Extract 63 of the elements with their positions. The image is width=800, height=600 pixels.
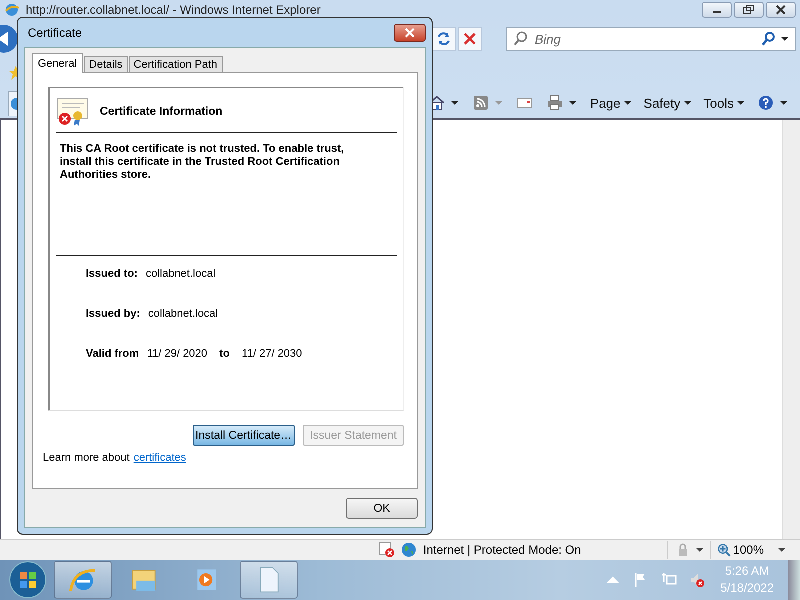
valid-from-date: 11/ 29/ 2020 bbox=[147, 348, 208, 360]
close-icon bbox=[404, 28, 416, 38]
refresh-icon bbox=[436, 31, 452, 47]
help-icon bbox=[758, 95, 774, 111]
menu-button[interactable]: Tools bbox=[700, 96, 748, 110]
scrollbar[interactable] bbox=[782, 120, 800, 539]
blocked-page-icon bbox=[379, 542, 396, 558]
field-value: collabnet.local bbox=[146, 268, 216, 280]
taskbar-button[interactable] bbox=[240, 561, 298, 599]
ok-button[interactable]: OK bbox=[346, 498, 418, 519]
printer-icon bbox=[547, 95, 564, 111]
field-label: Issued to: bbox=[86, 268, 138, 280]
field-value: collabnet.local bbox=[148, 308, 218, 320]
caret-icon bbox=[451, 100, 460, 106]
caret-icon[interactable] bbox=[696, 547, 704, 553]
browser-icon bbox=[4, 2, 20, 18]
field-label: to bbox=[220, 348, 230, 360]
field-label: Valid from bbox=[86, 348, 140, 360]
caret-icon[interactable] bbox=[778, 547, 786, 553]
caret-icon bbox=[780, 100, 788, 106]
globe-icon bbox=[401, 542, 418, 558]
certificate-icon bbox=[56, 97, 90, 127]
close-button[interactable] bbox=[394, 24, 426, 42]
trust-message: This CA Root certificate is not trusted. To enable trust, install this certificate in the Trusted Root Certification Authorities store. bbox=[60, 143, 346, 183]
caret-icon[interactable] bbox=[781, 36, 789, 42]
field-label: Issued by: bbox=[86, 308, 140, 320]
search-field[interactable]: Bing bbox=[506, 27, 796, 51]
feed-icon bbox=[473, 95, 490, 111]
info-heading: Certificate Information bbox=[100, 106, 223, 118]
caret-icon bbox=[737, 100, 745, 106]
stop-icon bbox=[462, 31, 478, 47]
zoom-icon bbox=[717, 543, 732, 557]
tab[interactable]: General bbox=[32, 53, 84, 73]
search-icon bbox=[513, 31, 529, 47]
windows-logo-icon bbox=[8, 560, 48, 600]
restore-icon bbox=[743, 5, 755, 15]
menu-button[interactable]: Safety bbox=[640, 96, 695, 110]
minimize-button[interactable] bbox=[702, 2, 732, 18]
close-icon bbox=[775, 5, 787, 15]
taskbar-button[interactable] bbox=[54, 561, 112, 599]
dialog-button[interactable]: Install Certificate… bbox=[192, 425, 296, 446]
caret-icon bbox=[495, 100, 504, 106]
stop-button[interactable] bbox=[458, 27, 482, 51]
caret-icon bbox=[624, 100, 632, 106]
show-desktop-button[interactable] bbox=[788, 560, 800, 600]
learn-more-text: Learn more about bbox=[43, 452, 130, 464]
tab[interactable]: Certification Path bbox=[128, 56, 223, 72]
certificates-link[interactable]: certificates bbox=[134, 452, 186, 464]
caret-icon bbox=[684, 100, 692, 106]
close-button[interactable] bbox=[766, 2, 796, 18]
dialog-title: Certificate bbox=[27, 26, 82, 40]
muted-speaker-icon[interactable] bbox=[688, 572, 705, 588]
menu-button[interactable]: Page bbox=[587, 96, 635, 110]
security-zone: Internet | Protected Mode: On bbox=[423, 543, 582, 557]
restore-button[interactable] bbox=[734, 2, 764, 18]
refresh-button[interactable] bbox=[432, 27, 456, 51]
zoom-button[interactable]: 100% bbox=[717, 543, 772, 557]
valid-to-date: 11/ 27/ 2030 bbox=[242, 348, 302, 360]
caret-icon bbox=[569, 100, 578, 106]
window-title: http://router.collabnet.local/ - Windows Internet Explorer bbox=[26, 3, 321, 17]
back-icon[interactable] bbox=[0, 24, 20, 54]
search-icon[interactable] bbox=[761, 31, 777, 47]
tab[interactable]: Details bbox=[84, 56, 128, 72]
